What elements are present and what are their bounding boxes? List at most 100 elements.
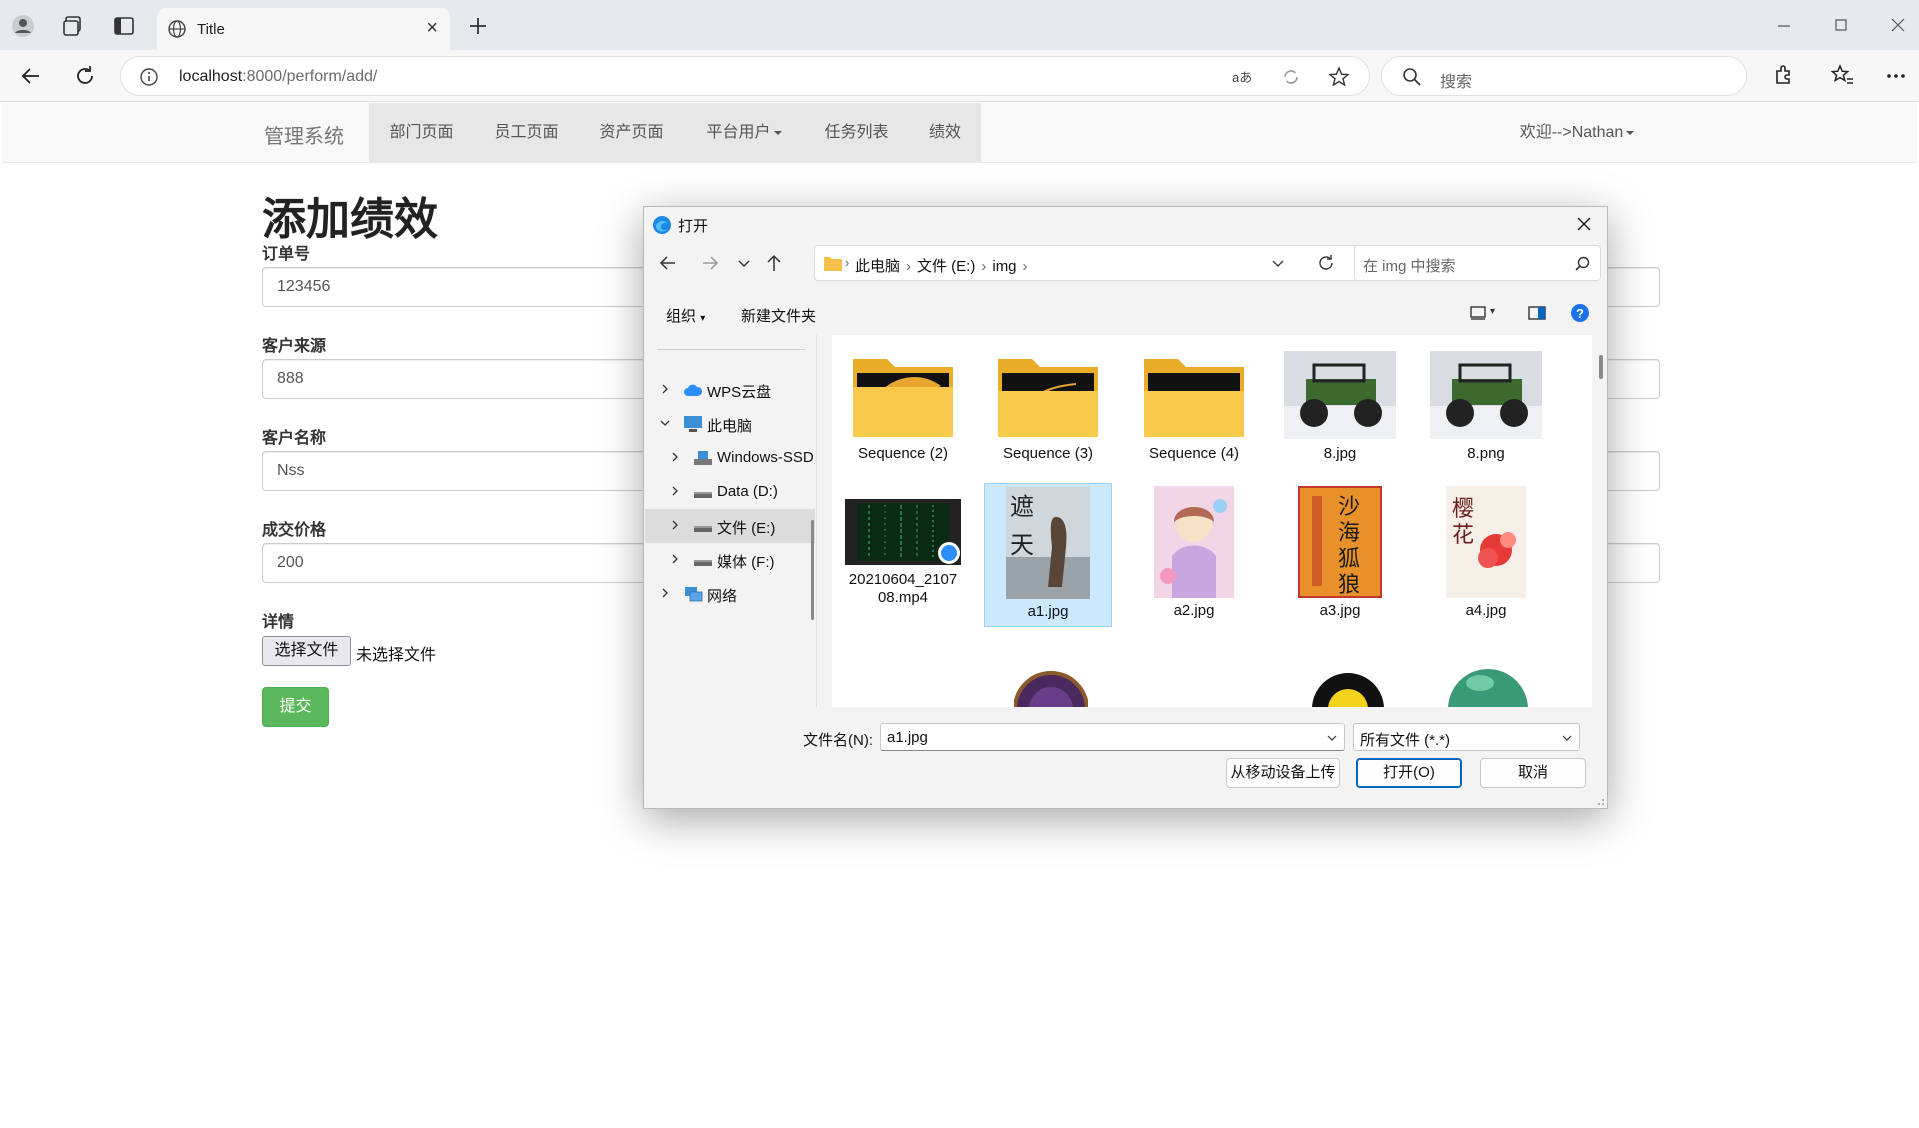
file-item-image[interactable]: a2.jpg — [1130, 483, 1258, 620]
cancel-button[interactable]: 取消 — [1480, 758, 1586, 788]
favorites-icon[interactable] — [1828, 62, 1856, 90]
file-name: a3.jpg — [1319, 602, 1361, 619]
file-thumbnail-partial[interactable] — [1448, 653, 1528, 707]
file-name: a4.jpg — [1465, 602, 1507, 619]
user-menu[interactable]: 欢迎-->Nathan — [1512, 103, 1642, 163]
preview-pane-icon[interactable] — [1527, 305, 1547, 321]
upload-from-mobile-button[interactable]: 从移动设备上传 — [1226, 758, 1340, 788]
breadcrumb[interactable]: › 此电脑 › 文件 (E:) › img › — [814, 245, 1434, 281]
sidebar-item-data-d[interactable]: Data (D:) — [645, 475, 815, 509]
chevron-right-icon[interactable] — [659, 383, 671, 395]
choose-file-button[interactable]: 选择文件 — [262, 636, 351, 666]
file-item-image[interactable]: 8.png — [1422, 351, 1550, 463]
browser-tab[interactable]: Title × — [157, 8, 450, 50]
dialog-back-icon[interactable] — [656, 251, 680, 275]
nav-platform-users[interactable]: 平台用户 — [684, 103, 804, 163]
file-item-image[interactable]: 沙 海 狐 狼 a3.jpg — [1276, 483, 1404, 620]
chevron-down-icon[interactable] — [1271, 257, 1285, 271]
file-thumbnail-partial[interactable] — [1014, 667, 1088, 707]
sidebar-item-windows-ssd[interactable]: Windows-SSD — [645, 441, 815, 475]
submit-button[interactable]: 提交 — [262, 687, 329, 727]
nav-assets[interactable]: 资产页面 — [579, 103, 684, 163]
resize-grip-icon[interactable] — [1595, 796, 1605, 806]
view-options-icon[interactable] — [1469, 305, 1487, 321]
dialog-titlebar[interactable]: 打开 — [644, 207, 1607, 241]
file-grid-scrollbar[interactable] — [1599, 355, 1603, 379]
chevron-down-icon[interactable] — [1326, 732, 1338, 744]
dialog-search-input[interactable]: 在 img 中搜索 — [1354, 245, 1601, 281]
file-name: Sequence (2) — [857, 445, 949, 462]
maximize-icon[interactable] — [1828, 12, 1854, 38]
back-icon[interactable] — [17, 62, 45, 90]
breadcrumb-img[interactable]: img — [992, 258, 1016, 275]
filename-label: 文件名(N): — [803, 732, 873, 749]
sidebar-label: WPS云盘 — [707, 384, 772, 401]
folder-icon — [824, 257, 842, 271]
read-aloud-icon[interactable]: aあ — [1231, 67, 1253, 87]
breadcrumb-drive-e[interactable]: 文件 (E:) — [917, 258, 975, 275]
sidebar-item-network[interactable]: 网络 — [645, 577, 815, 611]
file-item-folder[interactable]: Sequence (2) — [839, 351, 967, 463]
file-item-video[interactable]: 20210604_210708.mp4 — [839, 499, 967, 607]
extensions-icon[interactable] — [1769, 62, 1797, 90]
sidebar-item-wps-cloud[interactable]: WPS云盘 — [645, 373, 815, 407]
sync-icon[interactable] — [1281, 67, 1301, 87]
chevron-right-icon[interactable] — [669, 485, 681, 497]
workspaces-icon[interactable] — [61, 14, 85, 38]
nav-tasks[interactable]: 任务列表 — [804, 103, 909, 163]
new-tab-icon[interactable] — [464, 12, 492, 40]
organize-menu[interactable]: 组织 ▾ — [666, 305, 705, 326]
file-item-image[interactable]: 樱 花 a4.jpg — [1422, 483, 1550, 620]
filename-input[interactable]: a1.jpg — [880, 723, 1345, 751]
chevron-down-icon[interactable] — [659, 417, 671, 429]
info-icon[interactable] — [139, 67, 159, 87]
dialog-forward-icon[interactable] — [698, 251, 722, 275]
file-item-folder[interactable]: Sequence (4) — [1130, 351, 1258, 463]
address-bar[interactable]: localhost:8000/perform/add/ aあ — [120, 56, 1370, 96]
breadcrumb-separator-icon: › — [845, 255, 850, 270]
caret-down-icon — [773, 130, 782, 135]
caret-down-icon[interactable]: ▾ — [1490, 306, 1495, 317]
nav-performance[interactable]: 绩效 — [909, 103, 981, 163]
up-folder-icon[interactable] — [762, 251, 786, 275]
nav-departments[interactable]: 部门页面 — [369, 103, 474, 163]
sidebar-label: Windows-SSD — [717, 449, 814, 466]
open-button[interactable]: 打开(O) — [1356, 758, 1462, 788]
filetype-select[interactable]: 所有文件 (*.*) — [1353, 723, 1580, 751]
nav-employees[interactable]: 员工页面 — [474, 103, 579, 163]
file-item-image[interactable]: 8.jpg — [1276, 351, 1404, 463]
refresh-icon[interactable] — [71, 62, 99, 90]
more-options-icon[interactable] — [1882, 62, 1910, 90]
cloud-icon — [684, 384, 703, 396]
sidebar-scrollbar[interactable] — [811, 520, 814, 620]
chevron-down-icon[interactable] — [1561, 732, 1573, 744]
dialog-close-icon[interactable] — [1571, 211, 1597, 237]
file-item-folder[interactable]: Sequence (3) — [984, 351, 1112, 463]
chevron-right-icon[interactable] — [669, 451, 681, 463]
file-item-image-selected[interactable]: 遮 天 a1.jpg — [984, 483, 1112, 627]
recent-locations-icon[interactable] — [732, 251, 756, 275]
sidebar-item-media-f[interactable]: 媒体 (F:) — [645, 543, 815, 577]
chevron-right-icon[interactable] — [669, 553, 681, 565]
svg-text:遮: 遮 — [1010, 493, 1034, 521]
dialog-refresh-icon[interactable] — [1316, 253, 1336, 273]
order-number-value: 123456 — [277, 278, 331, 295]
breadcrumb-separator-icon: › — [906, 258, 912, 275]
caret-down-icon — [1626, 130, 1635, 135]
minimize-icon[interactable] — [1771, 12, 1797, 38]
new-folder-button[interactable]: 新建文件夹 — [741, 305, 816, 326]
tab-actions-icon[interactable] — [112, 14, 136, 38]
file-thumbnail-partial[interactable] — [1311, 667, 1385, 707]
brand[interactable]: 管理系统 — [264, 120, 344, 149]
favorite-star-icon[interactable] — [1328, 66, 1350, 88]
help-icon[interactable]: ? — [1570, 303, 1590, 323]
breadcrumb-this-pc[interactable]: 此电脑 — [855, 258, 900, 275]
sidebar-item-this-pc[interactable]: 此电脑 — [645, 407, 815, 441]
sidebar-item-files-e[interactable]: 文件 (E:) — [645, 509, 815, 543]
browser-search-box[interactable]: 搜索 — [1381, 56, 1747, 96]
close-window-icon[interactable] — [1885, 12, 1911, 38]
profile-icon[interactable] — [11, 14, 35, 38]
chevron-right-icon[interactable] — [659, 587, 671, 599]
close-tab-icon[interactable]: × — [426, 18, 438, 38]
chevron-right-icon[interactable] — [669, 519, 681, 531]
